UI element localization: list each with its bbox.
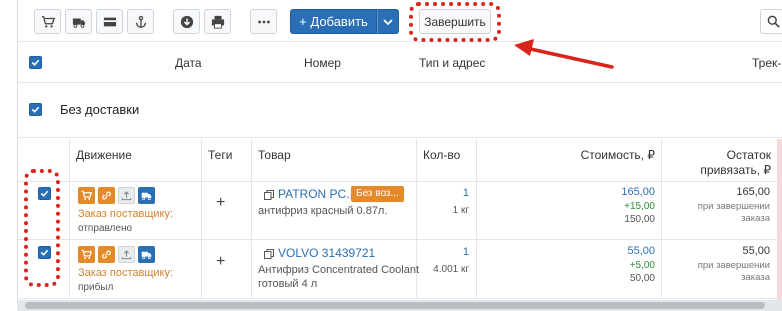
cart-icon	[81, 190, 92, 200]
scrollbar-thumb[interactable]	[25, 302, 765, 309]
rest-note: при завершении заказа	[697, 260, 770, 283]
product-copy-icon	[264, 190, 274, 200]
cost-value[interactable]: 165,00	[578, 186, 655, 198]
cost-markup: +5,00	[629, 260, 655, 271]
movement-label[interactable]: Заказ поставщику:	[78, 267, 173, 279]
cost-base: 50,00	[629, 273, 655, 284]
column-number[interactable]: Номер	[304, 56, 341, 70]
cell-tags	[201, 241, 251, 299]
cell-tags	[201, 182, 251, 240]
search-icon	[767, 15, 780, 28]
product-name-link[interactable]: VOLVO 31439721	[278, 246, 375, 260]
truck-icon	[72, 18, 85, 28]
add-button[interactable]: + Добавить	[290, 9, 377, 34]
more-button[interactable]	[250, 9, 277, 34]
orders-header-row: Дата Номер Тип и адрес Трек-	[18, 43, 782, 83]
anchor-button[interactable]	[127, 9, 154, 34]
delivery-button[interactable]	[138, 246, 155, 263]
link-button[interactable]	[98, 246, 115, 263]
upload-button[interactable]	[118, 246, 135, 263]
anchor-icon	[135, 15, 146, 28]
order-cart-button[interactable]	[78, 246, 95, 263]
order-cart-button[interactable]	[78, 187, 95, 204]
link-button[interactable]	[98, 187, 115, 204]
column-date[interactable]: Дата	[175, 56, 202, 70]
rest-note: при завершении заказа	[697, 201, 770, 224]
orders-panel: + Добавить Завершить Дата Номер Тип и ад…	[17, 0, 782, 300]
delivery-button[interactable]	[138, 187, 155, 204]
search-button[interactable]	[760, 9, 782, 34]
card-icon	[103, 17, 116, 26]
movement-status: отправлено	[78, 223, 133, 234]
movement-status: прибыл	[78, 282, 114, 293]
product-name-link[interactable]: PATRON PC...	[278, 187, 356, 201]
group-checkbox[interactable]	[29, 103, 42, 116]
movement-actions	[78, 246, 155, 263]
group-title: Без доставки	[60, 102, 140, 117]
column-product[interactable]: Товар	[251, 139, 416, 182]
column-track[interactable]: Трек-	[752, 56, 781, 70]
highlight-row-checkboxes	[24, 169, 60, 287]
movement-actions	[78, 187, 155, 204]
row-status-strip	[777, 139, 782, 300]
product-description: Антифриз Concentrated Coolant готовый 4 …	[258, 264, 420, 290]
add-tag-button[interactable]: +	[216, 194, 225, 212]
chevron-down-icon	[383, 18, 393, 25]
quantity-unit: 4.001 кг	[433, 264, 469, 275]
truck-icon	[141, 192, 152, 201]
truck-button[interactable]	[65, 9, 92, 34]
cart-button[interactable]	[34, 9, 61, 34]
items-table: Движение Теги Товар Кол-во Стоимость, ₽ …	[18, 139, 782, 300]
more-icon	[257, 20, 270, 23]
column-type-address[interactable]: Тип и адрес	[419, 56, 485, 70]
group-row: Без доставки	[18, 84, 782, 138]
quantity-value[interactable]: 1	[414, 246, 469, 258]
cost-markup: +15,00	[624, 201, 655, 212]
cost-value[interactable]: 55,00	[578, 245, 655, 257]
link-icon	[102, 250, 111, 259]
quantity-value[interactable]: 1	[414, 187, 469, 199]
table-row[interactable]: Заказ поставщику: отправлено + PATRON PC…	[18, 182, 782, 240]
download-icon	[180, 15, 193, 28]
column-rest[interactable]: Остаток привязать, ₽	[661, 139, 777, 182]
cost-base: 150,00	[624, 214, 655, 225]
add-dropdown-toggle[interactable]	[377, 9, 399, 34]
cart-icon	[81, 249, 92, 259]
card-button[interactable]	[96, 9, 123, 34]
highlight-finish-button	[409, 2, 501, 42]
product-copy-icon	[264, 249, 274, 259]
column-movement[interactable]: Движение	[69, 139, 201, 182]
product-badge: Без воз...	[351, 186, 404, 202]
add-tag-button[interactable]: +	[216, 253, 225, 271]
cart-icon	[41, 15, 55, 28]
check-icon	[31, 59, 40, 66]
upload-icon	[121, 250, 132, 260]
rest-value: 55,00	[742, 245, 770, 257]
quantity-unit: 1 кг	[452, 205, 469, 216]
print-icon	[211, 15, 224, 29]
table-row[interactable]: Заказ поставщику: прибыл + VOLVO 3143972…	[18, 241, 782, 299]
print-button[interactable]	[204, 9, 231, 34]
download-button[interactable]	[173, 9, 200, 34]
rest-value: 165,00	[736, 186, 770, 198]
select-all-checkbox[interactable]	[29, 56, 42, 69]
column-qty[interactable]: Кол-во	[416, 139, 476, 182]
link-icon	[102, 191, 111, 200]
items-table-header: Движение Теги Товар Кол-во Стоимость, ₽ …	[18, 139, 782, 182]
add-button-group: + Добавить	[290, 9, 399, 34]
truck-icon	[141, 251, 152, 260]
column-cost[interactable]: Стоимость, ₽	[476, 139, 661, 182]
toolbar: + Добавить Завершить	[18, 0, 782, 42]
upload-button[interactable]	[118, 187, 135, 204]
movement-label[interactable]: Заказ поставщику:	[78, 208, 173, 220]
check-icon	[31, 106, 40, 113]
upload-icon	[121, 191, 132, 201]
product-description: антифриз красный 0.87л.	[258, 205, 388, 217]
column-tags[interactable]: Теги	[201, 139, 251, 182]
